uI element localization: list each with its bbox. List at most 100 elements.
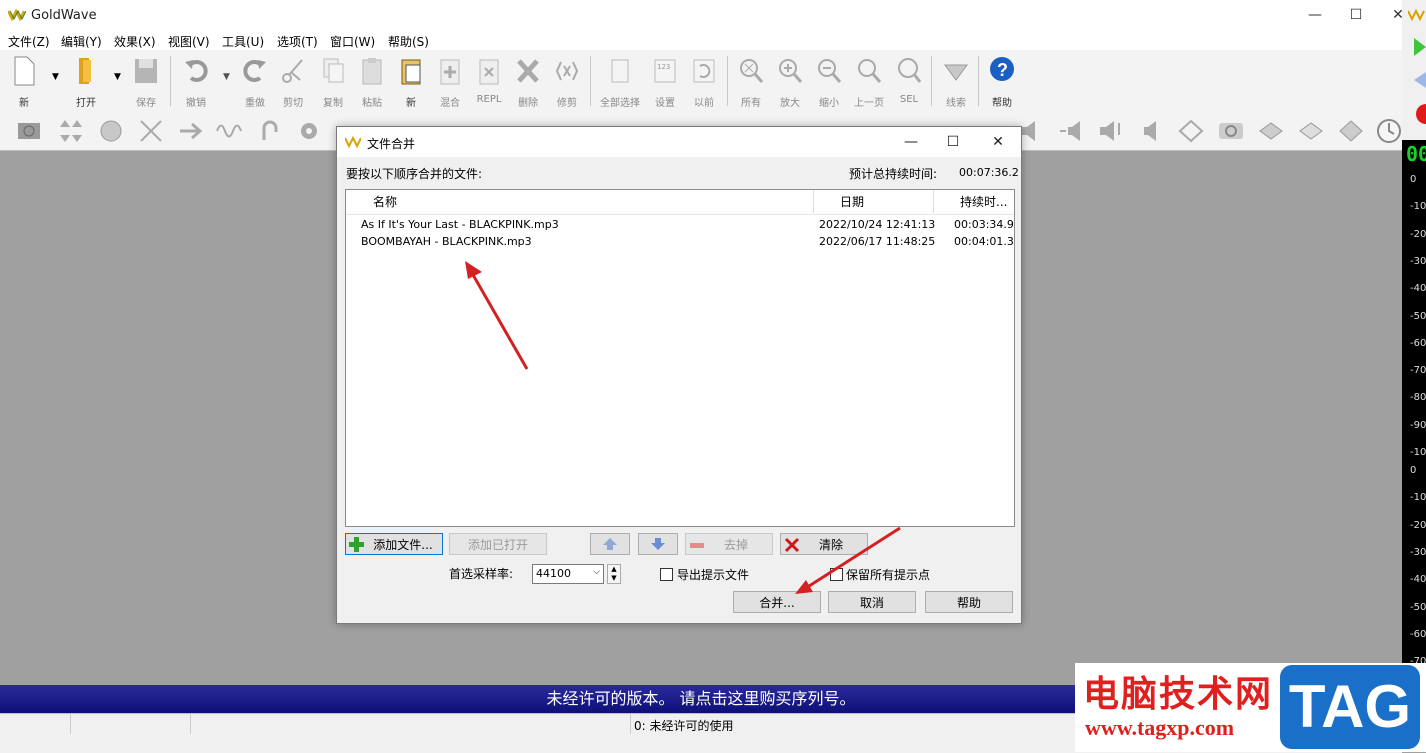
file-name: As If It's Your Last - BLACKPINK.mp3 [361,218,559,231]
undo-button[interactable]: 撤销 [176,52,216,110]
zoom-selection-button[interactable]: SEL [889,52,929,110]
menu-options[interactable]: 选项(T) [277,33,318,50]
minimize-button[interactable]: — [1305,6,1325,24]
menu-window[interactable]: 窗口(W) [330,33,375,50]
dialog-help-button[interactable]: 帮助 [925,591,1013,613]
maximize-button[interactable]: ☐ [1346,6,1366,24]
move-up-button[interactable] [590,533,630,555]
undo-dropdown-icon[interactable]: ▼ [223,72,230,82]
select-all-button[interactable]: 全部选择 [600,52,640,110]
effect-diamond-wave-icon[interactable] [1298,118,1324,144]
effect-volume-arrows-icon[interactable] [58,118,84,144]
open-label: 打开 [76,98,96,109]
zoom-in-icon [779,59,803,83]
sample-rate-select[interactable]: 44100 ⌵ [532,564,604,584]
cancel-button[interactable]: 取消 [828,591,916,613]
zoom-all-button[interactable]: 所有 [731,52,771,110]
previous-button[interactable]: 以前 [684,52,724,110]
remove-button[interactable]: 去掉 [685,533,773,555]
level-meter-panel: 00 0 -10 -20 -30 -40 -50 -60 -70 -80 -90 -100 0 -10 -… [1402,0,1426,752]
previous-label: 以前 [694,98,714,109]
column-header-duration[interactable]: 持续时... [934,190,1014,215]
delete-button[interactable]: 删除 [508,52,548,110]
cue-button[interactable]: 线索 [936,52,976,110]
record-icon[interactable] [1412,102,1426,126]
menu-view[interactable]: 视图(V) [168,33,210,50]
add-opened-button[interactable]: 添加已打开 [449,533,547,555]
effect-reverse-icon[interactable] [256,118,282,144]
paste-new-icon [401,59,421,85]
list-item[interactable]: As If It's Your Last - BLACKPINK.mp3 202… [346,217,1014,234]
column-header-date[interactable]: 日期 [814,190,933,215]
trim-button[interactable]: 修剪 [547,52,587,110]
new-button[interactable]: 新 [4,52,44,110]
menu-effects[interactable]: 效果(X) [114,33,156,50]
merge-label: 合并... [759,596,795,610]
meter-tick-label: 0 [1410,465,1417,476]
effect-noise-icon[interactable] [1218,118,1244,144]
clear-button[interactable]: 清除 [780,533,868,555]
merge-button[interactable]: 合并... [733,591,821,613]
zoom-in-button[interactable]: 放大 [770,52,810,110]
meter-tick-label: -50 [1410,310,1426,322]
delete-x-icon [517,59,539,83]
total-duration-value: 00:07:36.2 [959,166,1019,179]
copy-button[interactable]: 复制 [313,52,353,110]
new-dropdown-icon[interactable]: ▼ [52,72,59,82]
effect-arrow-right-icon[interactable] [178,118,204,144]
file-duration: 00:03:34.9 [954,218,1014,231]
play-icon[interactable] [1412,36,1426,58]
keep-cues-checkbox[interactable] [830,568,843,581]
open-dropdown-icon[interactable]: ▼ [114,72,121,82]
effect-diamond-icon[interactable] [1258,118,1284,144]
meter-tick-label: -40 [1410,283,1426,295]
effect-cross-icon[interactable] [138,118,164,144]
effect-speaker-alert-icon[interactable] [1097,118,1123,144]
add-files-button[interactable]: 添加文件... [345,533,443,555]
undo-icon [185,60,208,82]
effect-clock-icon[interactable] [1376,118,1402,144]
zoom-selection-icon [898,58,922,83]
red-x-icon [784,537,800,553]
menu-help[interactable]: 帮助(S) [388,33,429,50]
move-down-button[interactable] [638,533,678,555]
cut-button[interactable]: 剪切 [273,52,313,110]
menu-tools[interactable]: 工具(U) [222,33,264,50]
open-folder-icon [79,58,91,84]
dialog-minimize-button[interactable]: — [901,133,921,151]
list-item[interactable]: BOOMBAYAH - BLACKPINK.mp3 2022/06/17 11:… [346,234,1014,251]
open-button[interactable]: 打开 [66,52,106,110]
save-button[interactable]: 保存 [126,52,166,110]
effect-pitch-icon[interactable] [1178,118,1204,144]
menu-edit[interactable]: 编辑(Y) [61,33,102,50]
previous-page-button[interactable]: 上一页 [849,52,889,110]
dialog-maximize-button[interactable]: ☐ [943,133,963,151]
effect-gear-icon[interactable] [296,118,322,144]
help-button[interactable]: ? 帮助 [982,52,1022,110]
paste-label: 粘贴 [362,98,382,109]
sample-rate-spinner[interactable]: ▲ ▼ [607,564,621,584]
replace-button[interactable]: REPL [469,52,509,110]
mix-button[interactable]: 混合 [430,52,470,110]
effect-speaker-minus-icon[interactable] [1058,118,1084,144]
redo-button[interactable]: 重做 [235,52,275,110]
export-cues-checkbox[interactable] [660,568,673,581]
menu-file[interactable]: 文件(Z) [8,33,50,50]
dialog-close-button[interactable]: ✕ [988,133,1008,151]
effect-sphere-icon[interactable] [98,118,124,144]
file-list[interactable]: 名称 日期 持续时... As If It's Your Last - BLAC… [345,189,1015,527]
cancel-label: 取消 [859,596,884,610]
rewind-icon[interactable] [1408,70,1426,90]
zoom-out-icon [818,59,842,83]
paste-new-button[interactable]: 新 [391,52,431,110]
status-text: 0: 未经许可的使用 [634,719,734,733]
zoom-out-button[interactable]: 缩小 [809,52,849,110]
paste-button[interactable]: 粘贴 [352,52,392,110]
set-button[interactable]: 123 设置 [645,52,685,110]
effect-filter-icon[interactable] [1338,118,1364,144]
meter-tick-label: -20 [1410,228,1426,240]
effect-speaker-small-icon[interactable] [1137,118,1163,144]
effect-mute-icon[interactable] [16,118,42,144]
effect-wave-icon[interactable] [216,118,242,144]
column-header-name[interactable]: 名称 [346,190,813,215]
